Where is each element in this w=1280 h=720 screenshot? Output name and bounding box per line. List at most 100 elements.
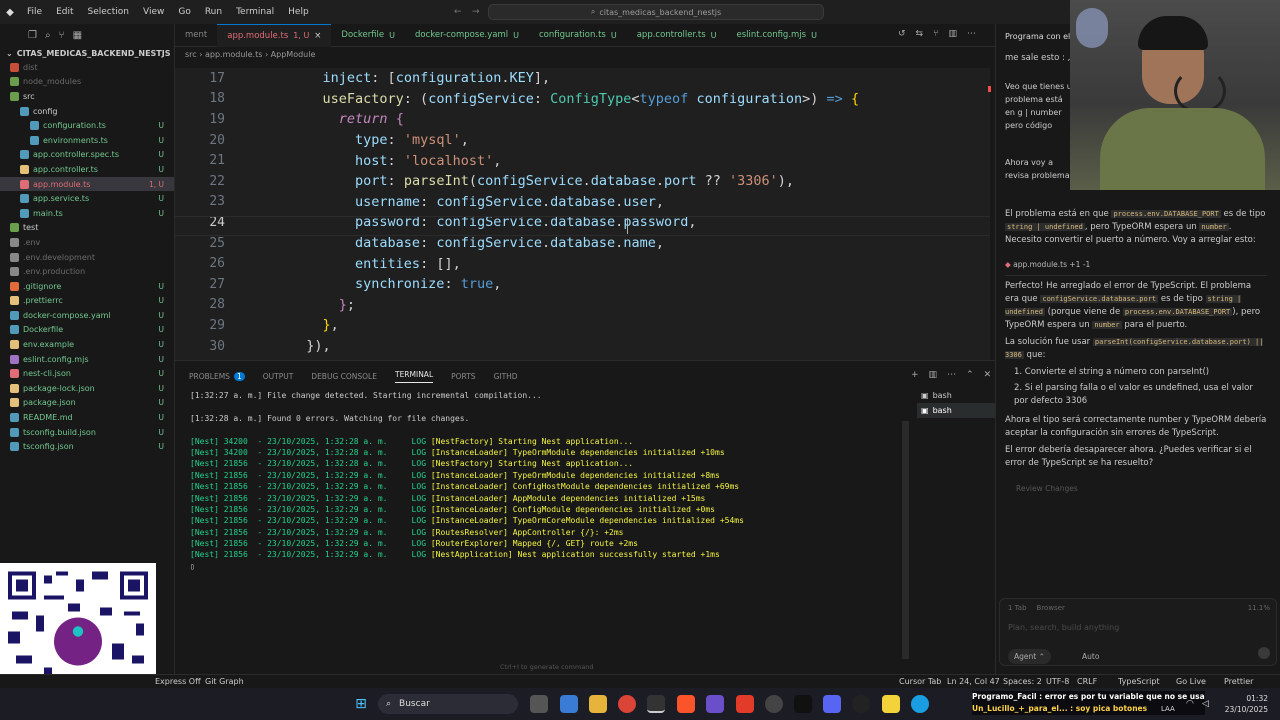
tree-item[interactable]: .prettierrc U [0,294,174,309]
go-live[interactable]: Go Live [1176,677,1206,686]
panel-tab-githd[interactable]: GitHD [494,372,518,381]
tree-item[interactable]: environments.ts U [0,133,174,148]
panel-tab-ports[interactable]: Ports [451,372,475,381]
tree-item[interactable]: test [0,221,174,236]
history-icon[interactable]: ↺ [898,29,906,39]
volume-icon[interactable]: ◁ [1202,699,1209,709]
forward-icon[interactable]: → [472,7,480,17]
tree-item[interactable]: tsconfig.build.json U [0,425,174,440]
command-search[interactable]: ⌕ citas_medicas_backend_nestjs [488,4,824,20]
tree-item[interactable]: .env.production [0,264,174,279]
start-icon[interactable]: ⊞ [352,695,370,713]
edge-icon[interactable] [911,695,929,713]
panel-tab-output[interactable]: Output [263,372,294,381]
menu-file[interactable]: File [20,7,49,17]
tree-item[interactable]: Dockerfile U [0,323,174,338]
tree-item[interactable]: eslint.config.mjs U [0,352,174,367]
compare-icon[interactable]: ⇆ [916,29,924,39]
more-icon[interactable]: ⋯ [967,29,976,39]
tree-item[interactable]: tsconfig.json U [0,439,174,454]
back-icon[interactable]: ← [454,7,462,17]
agent-selector[interactable]: Agent ⌃ [1008,649,1051,664]
menu-selection[interactable]: Selection [81,7,136,17]
openai-icon[interactable] [852,695,870,713]
menu-view[interactable]: View [136,7,171,17]
tab-docker-compose-yaml[interactable]: docker-compose.yaml U [405,24,529,47]
tree-item[interactable]: main.ts U [0,206,174,221]
wifi-icon[interactable]: ◠ [1186,699,1194,709]
chat-input-box[interactable]: 1 Tab Browser 11.1% Plan, search, build an… [999,598,1277,666]
add-terminal-icon[interactable]: + [911,370,919,380]
tree-item[interactable]: app.service.ts U [0,191,174,206]
clock[interactable]: 01:32 23/10/2025 [1218,693,1268,715]
tree-item[interactable]: nest-cli.json U [0,366,174,381]
extensions-icon[interactable]: ▦ [73,30,82,41]
sticky-notes-icon[interactable] [882,695,900,713]
menu-terminal[interactable]: Terminal [229,7,281,17]
tree-item[interactable]: .env [0,235,174,250]
tab-eslint-config-mjs[interactable]: eslint.config.mjs U [727,24,827,47]
task-view-icon[interactable] [530,695,548,713]
tree-item[interactable]: README.md U [0,410,174,425]
file-change-chip[interactable]: ◆ app.module.ts +1 -1 [1005,258,1267,276]
discord-icon[interactable] [823,695,841,713]
menu-help[interactable]: Help [281,7,316,17]
menu-edit[interactable]: Edit [49,7,80,17]
panel-tab-terminal[interactable]: Terminal [394,370,434,383]
menu-run[interactable]: Run [198,7,229,17]
maximize-icon[interactable]: ⌃ [966,370,974,380]
chrome-icon[interactable] [618,695,636,713]
tree-item[interactable]: node_modules [0,75,174,90]
tree-item[interactable]: .gitignore U [0,279,174,294]
tree-item[interactable]: configuration.ts U [0,118,174,133]
tree-item[interactable]: app.controller.ts U [0,162,174,177]
tab-ment[interactable]: ment [175,24,217,47]
menu-go[interactable]: Go [171,7,197,17]
status-item[interactable]: Cursor Tab [899,677,941,686]
terminal-output[interactable]: [1:32:27 a. m.] File change detected. St… [175,391,995,573]
review-changes-button[interactable]: Review Changes [1016,482,1278,495]
git-icon[interactable]: ⑂ [933,29,938,39]
cursor-position[interactable]: Ln 24, Col 47 [947,677,1000,686]
panel-tab-debug-console[interactable]: Debug Console [311,372,377,381]
status-item[interactable]: Express Off [155,677,201,686]
explorer-header[interactable]: ⌄ CITAS_MEDICAS_BACKEND_NESTJS [0,46,174,60]
indentation[interactable]: Spaces: 2 [1003,677,1042,686]
tree-item[interactable]: app.controller.spec.ts U [0,148,174,163]
file-explorer-icon[interactable] [589,695,607,713]
taskbar-search[interactable]: ⌕ Buscar [378,694,518,714]
terminal-instance[interactable]: ▣ bash [917,388,995,403]
tab-dockerfile[interactable]: Dockerfile U [331,24,405,47]
source-control-icon[interactable]: ⑂ [59,30,65,41]
close-icon[interactable]: ✕ [984,370,992,380]
code-editor[interactable]: 17 inject: [configuration.KEY], 18 useFac… [175,68,990,360]
language-mode[interactable]: TypeScript [1118,677,1160,686]
github-icon[interactable] [765,695,783,713]
tree-item[interactable]: package-lock.json U [0,381,174,396]
cursor-app-icon[interactable] [647,695,665,713]
language-indicator[interactable]: LAA [1161,705,1175,713]
breadcrumb[interactable]: src › app.module.ts › AppModule [185,50,315,64]
copilot-icon[interactable] [560,695,578,713]
search-view-icon[interactable]: ⌕ [45,30,51,41]
tree-item[interactable]: config [0,104,174,119]
tab-app-module-ts[interactable]: app.module.ts 1, U × [217,23,332,47]
tree-item[interactable]: package.json U [0,396,174,411]
brave-icon[interactable] [677,695,695,713]
terminal-instance[interactable]: ▣ bash [917,403,995,418]
close-icon[interactable]: × [314,31,321,41]
chat-input[interactable]: Plan, search, build anything [1008,621,1119,634]
split-terminal-icon[interactable]: ▥ [929,370,938,380]
tree-item[interactable]: .env.development [0,250,174,265]
status-item[interactable]: Git Graph [205,677,244,686]
app-icon[interactable] [736,695,754,713]
app-icon[interactable] [706,695,724,713]
tree-item[interactable]: app.module.ts 1, U [0,176,174,192]
tree-item[interactable]: dist [0,60,174,75]
eol[interactable]: CRLF [1077,677,1097,686]
split-icon[interactable]: ▥ [949,29,958,39]
send-icon[interactable] [1258,647,1270,659]
tiktok-icon[interactable] [794,695,812,713]
more-icon[interactable]: ⋯ [947,370,956,380]
tree-item[interactable]: env.example U [0,337,174,352]
